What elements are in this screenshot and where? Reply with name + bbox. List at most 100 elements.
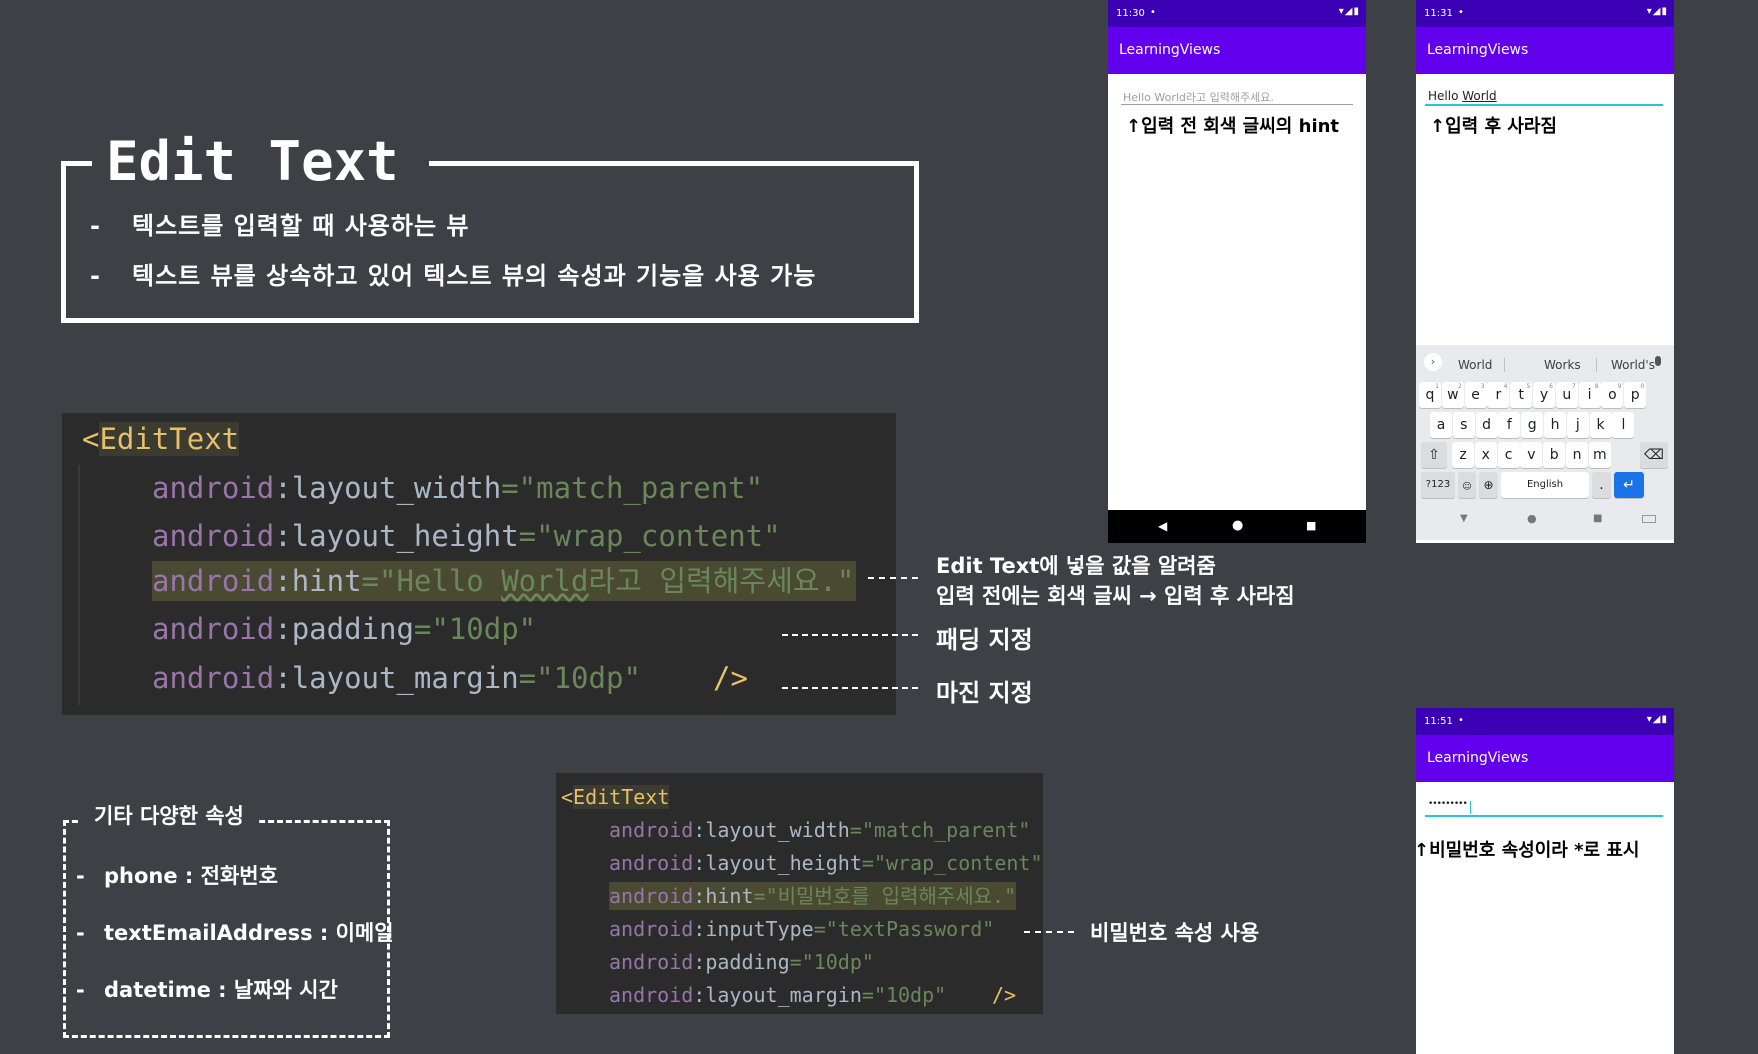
recent-apps-icon[interactable]: ■ — [1593, 513, 1602, 524]
code-block-password: <EditText android:layout_width="match_pa… — [556, 773, 1043, 1014]
key-m[interactable]: m — [1588, 442, 1611, 468]
code-line-close-tag: /> — [992, 983, 1017, 1007]
status-bar: 11:30 • ▾◢▮ — [1108, 0, 1366, 27]
nav-bar: ◀ ● ■ — [1108, 510, 1366, 543]
key-hint: 4 — [1503, 383, 1508, 390]
key-w[interactable]: w2 — [1441, 382, 1464, 408]
password-edit-text[interactable]: ••••••••• — [1425, 799, 1663, 817]
note-password: 비밀번호 속성 사용 — [1090, 921, 1260, 945]
connector-line — [868, 577, 918, 579]
key-hint: 6 — [1549, 383, 1553, 390]
emoji-icon: ☺ — [1462, 482, 1472, 492]
page-title: Edit Text — [92, 122, 429, 202]
key-f[interactable]: f — [1498, 412, 1521, 438]
etc-attributes-title: 기타 다양한 속성 — [80, 800, 258, 830]
key-h[interactable]: h — [1544, 412, 1566, 438]
key-p[interactable]: p0 — [1624, 382, 1647, 408]
key-hint: 5 — [1526, 383, 1531, 390]
key-g[interactable]: g — [1521, 412, 1544, 438]
suggestion[interactable]: World's — [1611, 358, 1655, 372]
connector-line — [782, 634, 918, 636]
language-key[interactable]: ⊕ — [1479, 472, 1498, 498]
code-line: android:layout_height="wrap_content" — [609, 851, 1043, 875]
etc-item: - textEmailAddress : 이메일 — [76, 921, 394, 945]
status-icons: ▾◢▮ — [1646, 6, 1668, 17]
emoji-key[interactable]: ☺ — [1458, 472, 1476, 498]
key-i[interactable]: i8 — [1578, 382, 1601, 408]
bullet-1: - 텍스트를 입력할 때 사용하는 뷰 — [90, 212, 470, 240]
key-c[interactable]: c — [1497, 442, 1520, 468]
key-n[interactable]: n — [1566, 442, 1588, 468]
key-hint: 0 — [1640, 383, 1645, 390]
code-line-open-tag: <EditText — [561, 785, 670, 809]
key-u[interactable]: u7 — [1555, 382, 1578, 408]
key-s[interactable]: s — [1452, 412, 1475, 438]
key-e[interactable]: e3 — [1464, 382, 1487, 408]
connector-line — [1024, 931, 1074, 933]
key-hint: 1 — [1435, 383, 1439, 390]
code-line: android:layout_width="match_parent" — [609, 818, 1031, 842]
enter-icon: ↵ — [1623, 477, 1635, 493]
key-hint: 2 — [1457, 383, 1462, 390]
code-block-edittext: <EditText android:layout_width="match_pa… — [62, 413, 896, 715]
etc-item: - phone : 전화번호 — [76, 864, 278, 888]
key-hint: 3 — [1480, 383, 1485, 390]
key-l[interactable]: l — [1612, 412, 1635, 438]
suggestion[interactable]: World — [1458, 358, 1492, 372]
key-j[interactable]: j — [1566, 412, 1589, 438]
suggestion[interactable]: Works — [1544, 358, 1581, 372]
app-title: LearningViews — [1427, 750, 1529, 766]
connector-line — [782, 687, 918, 689]
text-cursor — [1470, 801, 1471, 814]
key-q[interactable]: q1 — [1419, 382, 1441, 408]
period-key[interactable]: . — [1592, 472, 1611, 498]
chevron-right-icon[interactable]: › — [1424, 353, 1442, 371]
backspace-icon: ⌫ — [1644, 447, 1664, 463]
key-x[interactable]: x — [1474, 442, 1497, 468]
shift-icon: ⇧ — [1428, 447, 1440, 463]
enter-key[interactable]: ↵ — [1614, 472, 1644, 498]
app-title: LearningViews — [1119, 42, 1221, 58]
recent-apps-icon[interactable]: ■ — [1306, 519, 1316, 532]
key-a[interactable]: a — [1430, 412, 1452, 438]
mic-icon[interactable] — [1655, 356, 1661, 366]
key-r[interactable]: r4 — [1487, 382, 1510, 408]
key-t[interactable]: t5 — [1510, 382, 1533, 408]
code-line-hint-highlight: android:hint="비밀번호를 입력해주세요." — [609, 882, 1017, 910]
symbols-key[interactable]: ?123 — [1421, 472, 1455, 498]
phone-screen-before-input: 11:30 • ▾◢▮ LearningViews Hello World라고 입력… — [1108, 0, 1366, 543]
key-k[interactable]: k — [1589, 412, 1612, 438]
hint-edit-text[interactable]: Hello World라고 입력해주세요. — [1121, 89, 1353, 105]
back-icon[interactable]: ▼ — [1460, 513, 1468, 524]
keyboard-hide-icon[interactable] — [1642, 515, 1656, 523]
note-padding: 패딩 지정 — [936, 626, 1033, 654]
status-icons: ▾◢▮ — [1338, 6, 1360, 17]
key-y[interactable]: y6 — [1533, 382, 1555, 408]
note-hint-2: 입력 전에는 회색 글씨 → 입력 후 사라짐 — [936, 584, 1295, 608]
code-line-close-tag: /> — [713, 661, 748, 695]
app-bar: LearningViews — [1108, 27, 1366, 74]
shift-key[interactable]: ⇧ — [1421, 442, 1447, 468]
backspace-key[interactable]: ⌫ — [1640, 442, 1668, 468]
key-z[interactable]: z — [1452, 442, 1474, 468]
text-edit-text[interactable]: Hello World — [1425, 89, 1663, 106]
code-line-open-tag: <EditText — [82, 422, 240, 456]
key-o[interactable]: o9 — [1601, 382, 1624, 408]
home-icon[interactable]: ● — [1232, 518, 1243, 533]
key-hint: 7 — [1571, 383, 1576, 390]
status-bar: 11:31 • ▾◢▮ — [1416, 0, 1674, 27]
etc-item: - datetime : 날짜와 시간 — [76, 978, 338, 1002]
back-icon[interactable]: ◀ — [1158, 519, 1167, 533]
code-line: android:inputType="textPassword" — [609, 917, 995, 941]
status-icons: ▾◢▮ — [1646, 714, 1668, 725]
app-bar: LearningViews — [1416, 27, 1674, 74]
key-d[interactable]: d — [1475, 412, 1498, 438]
code-line: android:padding="10dp" — [609, 950, 874, 974]
home-icon[interactable]: ● — [1527, 512, 1537, 525]
key-v[interactable]: v — [1520, 442, 1543, 468]
code-line: android:padding="10dp" — [152, 612, 537, 646]
code-line-hint-highlight: android:hint="Hello World라고 입력해주세요." — [152, 561, 857, 601]
space-key[interactable]: English — [1501, 472, 1589, 498]
code-line: android:layout_height="wrap_content" — [152, 519, 781, 553]
key-b[interactable]: b — [1543, 442, 1566, 468]
